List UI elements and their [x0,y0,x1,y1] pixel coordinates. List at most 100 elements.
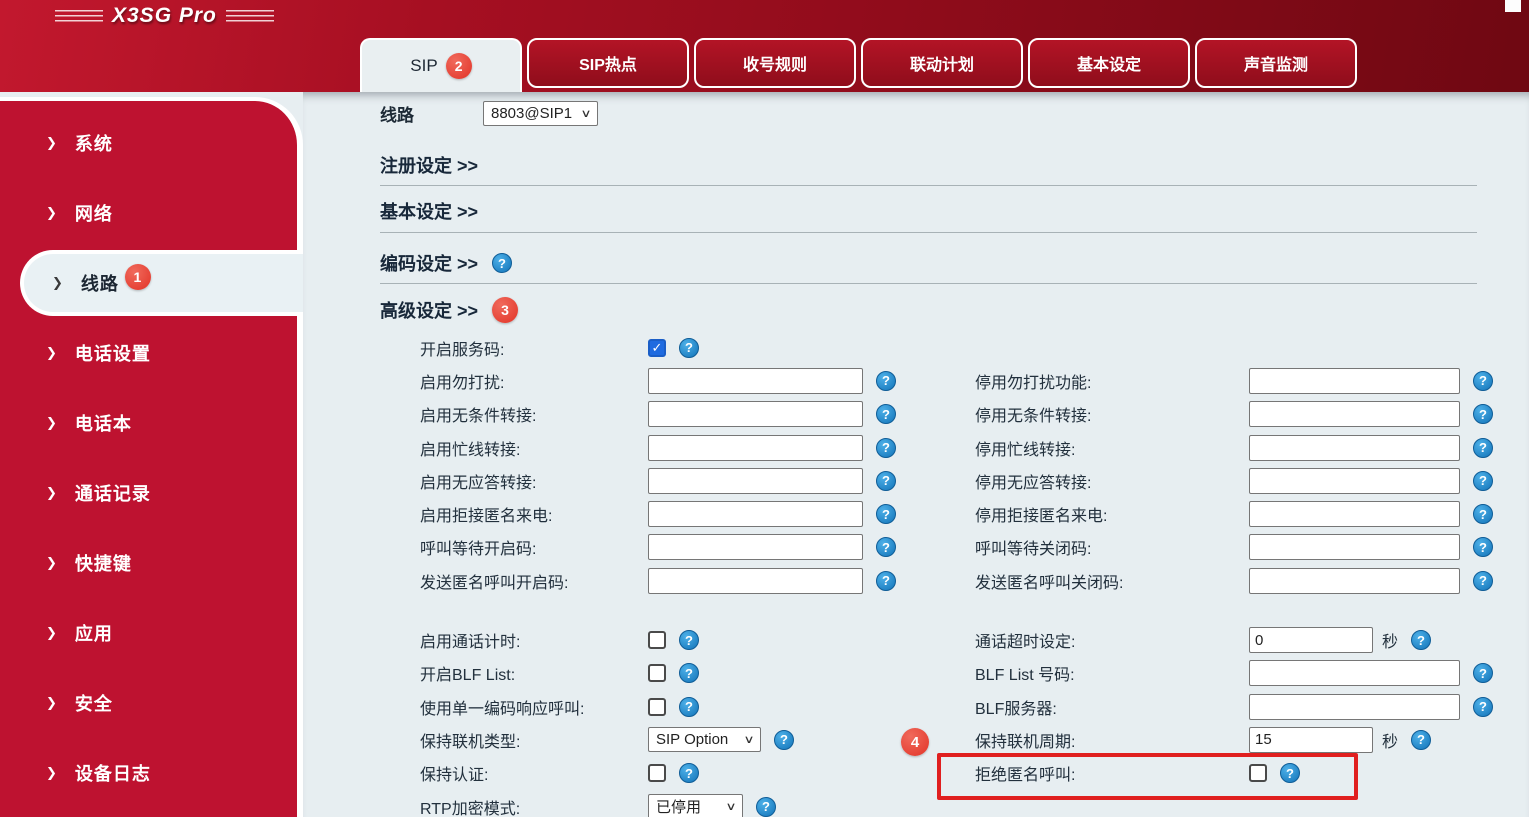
sidebar-item-4[interactable]: 电话本 [0,388,297,458]
field-controls [648,567,896,594]
field-select[interactable]: SIP Option [648,727,761,753]
field-label: 保持联机周期: [975,733,1076,751]
tab-0[interactable]: SIP 2 [360,38,522,92]
help-icon[interactable] [1473,437,1493,458]
sidebar-item-label: 设备日志 [75,760,151,786]
field-input[interactable] [648,534,863,561]
checkbox[interactable] [648,338,666,357]
field-input[interactable] [1249,726,1373,753]
help-icon[interactable] [1473,696,1493,717]
field-input[interactable] [648,434,863,461]
brand-logo-text: X3SG Pro [112,4,217,27]
form-row: 保持联机类型: SIP Option [380,723,945,756]
sidebar-item-6[interactable]: 快捷键 [0,528,297,598]
field-input[interactable] [648,567,863,594]
field-label: 开启BLF List: [420,667,516,685]
field-label: 保持联机类型: [420,733,521,751]
field-controls [1249,660,1493,687]
field-input[interactable] [1249,434,1460,461]
help-icon[interactable] [1280,763,1300,784]
tab-1[interactable]: SIP热点 [527,38,689,88]
sidebar-item-label: 线路 1 [81,264,151,296]
help-icon[interactable] [876,504,896,525]
help-icon[interactable] [876,404,896,425]
help-icon[interactable] [876,470,896,491]
help-icon[interactable] [1411,729,1432,750]
section-toggle-1[interactable]: 基本设定 >> [380,198,478,224]
field-input[interactable] [1249,467,1460,494]
help-icon[interactable] [774,729,794,750]
help-icon[interactable] [679,630,699,651]
help-icon[interactable] [876,537,896,558]
field-input[interactable] [648,501,863,528]
help-icon[interactable] [492,253,513,273]
help-icon[interactable] [1473,537,1493,558]
help-icon[interactable] [1473,404,1493,425]
help-icon[interactable] [1473,370,1493,391]
field-input[interactable] [1249,367,1460,394]
field-input[interactable] [648,467,863,494]
field-input[interactable] [1249,567,1460,594]
help-icon[interactable] [679,337,699,358]
help-icon[interactable] [756,796,776,817]
chevron-right-icon [46,765,57,781]
checkbox[interactable] [648,764,666,783]
section-toggle-0[interactable]: 注册设定 >> [380,152,478,178]
field-controls [1249,467,1493,494]
unit-label: 秒 [1382,634,1399,652]
form-row: 停用忙线转接: [945,431,1529,464]
help-icon[interactable] [1411,630,1432,651]
help-icon[interactable] [876,370,896,391]
form-row: 启用无应答转接: [380,464,945,497]
sidebar-item-0[interactable]: 系统 [0,108,297,178]
field-input[interactable] [648,367,863,394]
field-select[interactable]: 已停用 [648,794,743,817]
unit-label: 秒 [1382,733,1399,751]
field-input[interactable] [1249,534,1460,561]
annotation-step-badge: 4 [901,728,929,756]
help-icon[interactable] [1473,663,1493,684]
sidebar-item-3[interactable]: 电话设置 [0,318,297,388]
help-icon[interactable] [1473,470,1493,491]
field-label: 使用单一编码响应呼叫: [420,700,585,718]
field-input[interactable] [1249,693,1460,720]
checkbox[interactable] [648,697,666,716]
section-toggle-3[interactable]: 高级设定 >> 3 [380,297,519,323]
tab-5[interactable]: 声音监测 [1195,38,1357,88]
chevron-right-icon [46,625,57,641]
checkbox[interactable] [648,631,666,650]
line-label: 线路 [380,106,414,125]
help-icon[interactable] [679,696,699,717]
tab-label: 基本设定 [1076,57,1141,74]
help-icon[interactable] [876,437,896,458]
field-input[interactable] [1249,660,1460,687]
field-input[interactable] [1249,401,1460,428]
help-icon[interactable] [1473,504,1493,525]
checkbox[interactable] [1249,764,1267,783]
sidebar-item-8[interactable]: 安全 [0,668,297,738]
help-icon[interactable] [876,570,896,591]
tab-2[interactable]: 收号规则 [694,38,856,88]
sidebar-item-9[interactable]: 设备日志 [0,738,297,808]
field-input[interactable] [1249,501,1460,528]
field-controls [1249,401,1493,428]
form-row: 停用无应答转接: [945,464,1529,497]
help-icon[interactable] [679,663,699,684]
sidebar-item-5[interactable]: 通话记录 [0,458,297,528]
tab-3[interactable]: 联动计划 [861,38,1023,88]
help-icon[interactable] [679,763,699,784]
sidebar-item-1[interactable]: 网络 [0,178,297,248]
form-row: 保持认证: [380,757,945,790]
field-input[interactable] [648,401,863,428]
sidebar-item-7[interactable]: 应用 [0,598,297,668]
tab-4[interactable]: 基本设定 [1028,38,1190,88]
checkbox[interactable] [648,664,666,683]
field-controls [648,367,896,394]
form-row: 呼叫等待开启码: [380,531,945,564]
sidebar-item-text: 电话本 [74,414,132,434]
section-toggle-2[interactable]: 编码设定 >> [380,250,513,276]
line-select[interactable]: 8803@SIP1 [483,101,598,126]
field-input[interactable] [1249,627,1373,654]
sidebar-item-2[interactable]: 线路1 [20,250,303,316]
help-icon[interactable] [1473,570,1493,591]
